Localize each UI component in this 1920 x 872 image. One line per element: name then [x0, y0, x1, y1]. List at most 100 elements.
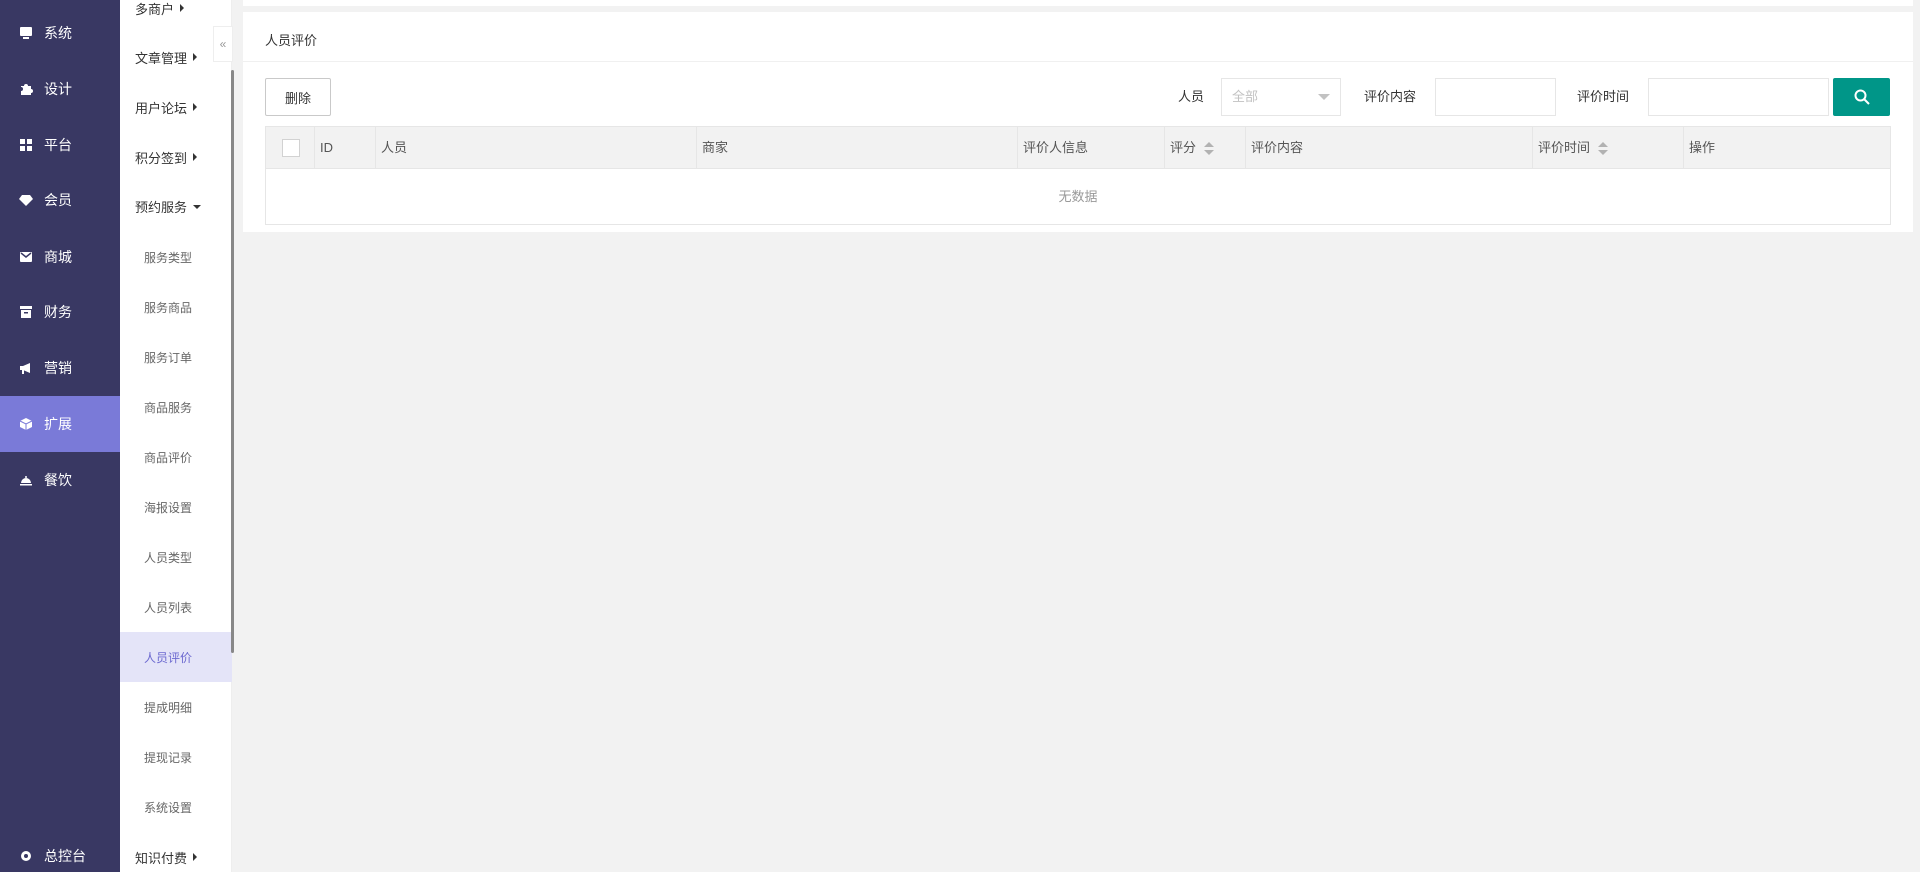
nav-item-label: 平台 — [44, 137, 72, 153]
sub-item-label: 提现记录 — [144, 750, 193, 765]
sub-item-label: 服务类型 — [144, 250, 193, 265]
delete-button[interactable]: 删除 — [265, 78, 331, 116]
staff-select[interactable]: 全部 — [1221, 78, 1341, 116]
archive-icon — [19, 305, 33, 319]
sub-item-staff-type[interactable]: 人员类型 — [120, 532, 232, 582]
nav-item-catering[interactable]: 餐饮 — [0, 452, 120, 508]
caret-down-icon — [193, 205, 202, 209]
collapse-sidebar-button[interactable]: « — [213, 26, 233, 62]
column-content: 评价内容 — [1246, 127, 1533, 169]
sub-item-poster[interactable]: 海报设置 — [120, 482, 232, 532]
nav-item-member[interactable]: 会员 — [0, 172, 120, 228]
caret-right-icon — [193, 53, 198, 61]
select-all-checkbox[interactable] — [282, 139, 300, 157]
column-id: ID — [315, 127, 376, 169]
nav-item-label: 扩展 — [44, 416, 72, 432]
sub-item-label: 商品评价 — [144, 450, 193, 465]
nav-item-label: 营销 — [44, 360, 72, 376]
sub-group-label: 多商户 — [135, 1, 175, 17]
column-staff: 人员 — [376, 127, 697, 169]
column-time-label: 评价时间 — [1538, 140, 1591, 155]
page-title: 人员评价 — [265, 33, 318, 48]
caret-right-icon — [180, 4, 185, 12]
sub-group-label: 用户论坛 — [135, 100, 188, 116]
nav-item-extension[interactable]: 扩展 — [0, 396, 120, 452]
sub-item-label: 服务商品 — [144, 300, 193, 315]
sub-sidebar: 多商户 文章管理 用户论坛 积分签到 预约服务 服务类型 服务商品 服务订单 商… — [120, 0, 232, 872]
main-sidebar: 系统 设计 平台 会员 商城 财务 营销 扩展 餐饮 总控台 — [0, 0, 120, 872]
staff-select-value: 全部 — [1232, 89, 1259, 104]
nav-item-label: 餐饮 — [44, 472, 72, 488]
sub-group-label: 积分签到 — [135, 150, 188, 166]
sub-item-withdraw[interactable]: 提现记录 — [120, 732, 232, 782]
sub-item-label: 人员列表 — [144, 600, 193, 615]
sub-item-label: 服务订单 — [144, 350, 193, 365]
sort-icon — [1598, 141, 1609, 156]
caret-right-icon — [193, 103, 198, 111]
content-card: 人员评价 删除 人员 全部 评价内容 评价时间 ID 人员 商家 评价人信息 评… — [243, 12, 1913, 232]
cloche-icon — [19, 473, 33, 487]
nav-item-design[interactable]: 设计 — [0, 61, 120, 117]
double-chevron-left-icon: « — [219, 37, 227, 51]
sub-item-label: 提成明细 — [144, 700, 193, 715]
time-filter-input[interactable] — [1648, 78, 1829, 116]
title-divider — [243, 61, 1913, 62]
review-table: ID 人员 商家 评价人信息 评分 评价内容 评价时间 操作 无数据 — [265, 126, 1891, 225]
column-score-label: 评分 — [1170, 140, 1197, 155]
table-header: ID 人员 商家 评价人信息 评分 评价内容 评价时间 操作 — [266, 127, 1890, 169]
cube-icon — [19, 417, 33, 431]
select-all-column — [266, 127, 315, 169]
sub-group-knowledge[interactable]: 知识付费 — [120, 832, 232, 872]
nav-item-label: 系统 — [44, 25, 72, 41]
content-filter-input[interactable] — [1435, 78, 1556, 116]
nav-item-label: 总控台 — [44, 848, 86, 864]
nav-item-label: 会员 — [44, 192, 72, 208]
sub-group-booking[interactable]: 预约服务 — [120, 181, 232, 231]
column-score[interactable]: 评分 — [1165, 127, 1246, 169]
column-merchant: 商家 — [697, 127, 1018, 169]
nav-item-label: 设计 — [44, 81, 72, 97]
megaphone-icon — [19, 361, 33, 375]
sub-item-staff-list[interactable]: 人员列表 — [120, 582, 232, 632]
empty-state: 无数据 — [1058, 189, 1098, 204]
sub-item-label: 人员评价 — [144, 650, 193, 665]
nav-item-finance[interactable]: 财务 — [0, 284, 120, 340]
nav-item-marketing[interactable]: 营销 — [0, 340, 120, 396]
column-time[interactable]: 评价时间 — [1533, 127, 1684, 169]
sub-item-service-type[interactable]: 服务类型 — [120, 232, 232, 282]
sub-item-service-orders[interactable]: 服务订单 — [120, 332, 232, 382]
sub-item-goods-review[interactable]: 商品评价 — [120, 432, 232, 482]
search-button[interactable] — [1833, 78, 1890, 116]
nav-item-mall[interactable]: 商城 — [0, 229, 120, 285]
sub-item-label: 人员类型 — [144, 550, 193, 565]
sub-sidebar-scrollbar[interactable] — [231, 70, 234, 653]
nav-item-label: 商城 — [44, 249, 72, 265]
sub-item-label: 海报设置 — [144, 500, 193, 515]
sub-item-settings[interactable]: 系统设置 — [120, 782, 232, 832]
grid-icon — [19, 138, 33, 152]
nav-item-platform[interactable]: 平台 — [0, 117, 120, 173]
gear-icon — [19, 849, 33, 863]
nav-item-system[interactable]: 系统 — [0, 5, 120, 61]
column-actions: 操作 — [1689, 140, 1716, 155]
sub-group-label: 预约服务 — [135, 199, 188, 215]
search-icon — [1854, 89, 1870, 105]
staff-filter-label: 人员 — [1178, 89, 1205, 104]
sub-item-service-goods[interactable]: 服务商品 — [120, 282, 232, 332]
monitor-icon — [19, 26, 33, 40]
sub-group-forum[interactable]: 用户论坛 — [120, 82, 232, 132]
nav-item-console[interactable]: 总控台 — [0, 828, 120, 872]
column-reviewer-info: 评价人信息 — [1018, 127, 1165, 169]
mail-icon — [19, 250, 33, 264]
time-filter-label: 评价时间 — [1577, 89, 1630, 104]
sub-item-goods-service[interactable]: 商品服务 — [120, 382, 232, 432]
sub-item-staff-review[interactable]: 人员评价 — [120, 632, 232, 682]
sub-group-points[interactable]: 积分签到 — [120, 132, 232, 182]
sub-item-commission[interactable]: 提成明细 — [120, 682, 232, 732]
caret-right-icon — [193, 153, 198, 161]
content-filter-label: 评价内容 — [1364, 89, 1417, 104]
nav-item-label: 财务 — [44, 304, 72, 320]
sub-item-label: 商品服务 — [144, 400, 193, 415]
caret-right-icon — [193, 853, 198, 861]
sort-icon — [1204, 141, 1215, 156]
